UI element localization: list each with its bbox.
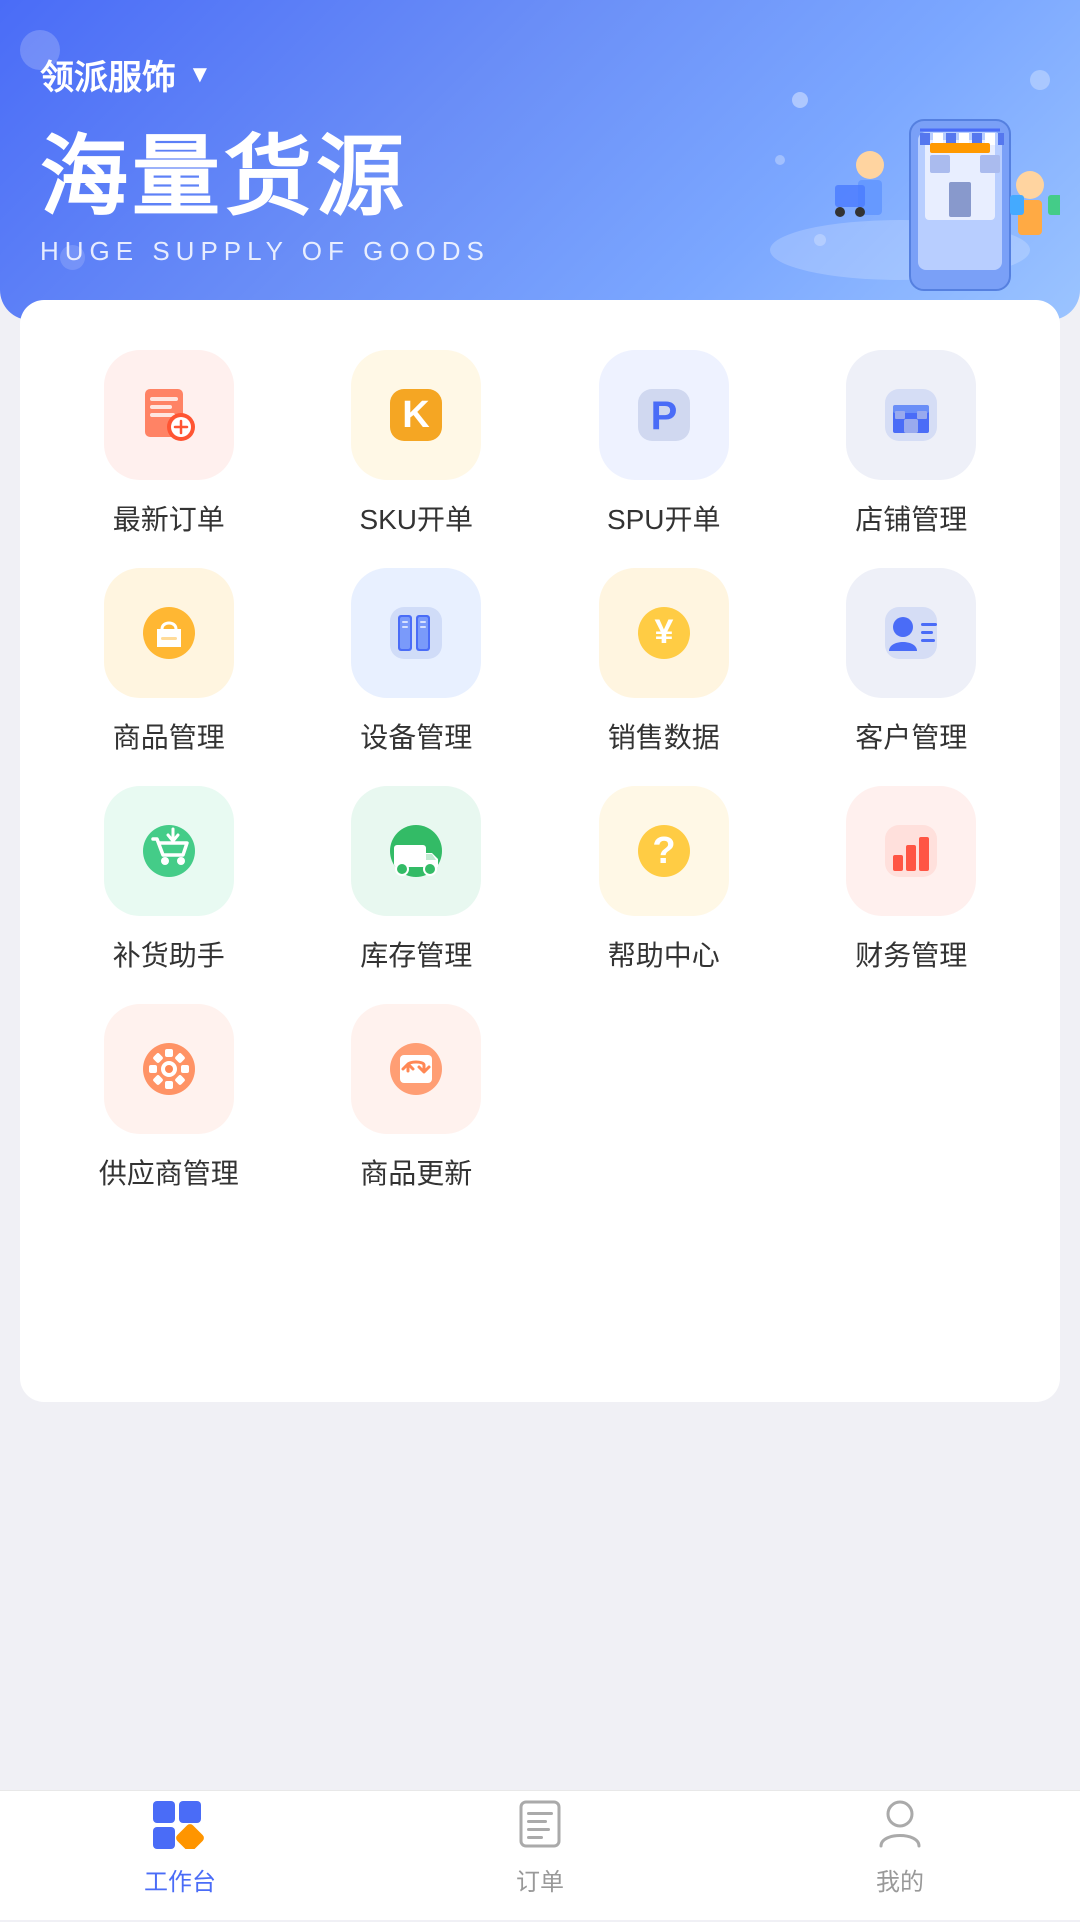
latest-order-icon-wrapper xyxy=(104,350,234,480)
product-update-icon-wrapper xyxy=(351,1004,481,1134)
customer-manage-label: 客户管理 xyxy=(855,716,967,756)
svg-text:P: P xyxy=(650,394,677,438)
header-banner: 领派服饰 ▼ 海量货源 HUGE SUPPLY OF GOODS xyxy=(0,0,1080,320)
device-manage-label: 设备管理 xyxy=(360,716,472,756)
grid-item-restock[interactable]: 补货助手 xyxy=(50,786,288,974)
order-icon xyxy=(510,1794,570,1854)
workbench-nav-label: 工作台 xyxy=(144,1862,216,1897)
banner-illustration xyxy=(740,20,1060,300)
grid-item-spu-open[interactable]: P SPU开单 xyxy=(545,350,783,538)
nav-item-order[interactable]: 订单 xyxy=(360,1794,720,1897)
grid-item-store-manage[interactable]: 店铺管理 xyxy=(793,350,1031,538)
sku-open-icon-wrapper: K xyxy=(351,350,481,480)
help-icon-wrapper: ? xyxy=(599,786,729,916)
finance-label: 财务管理 xyxy=(855,934,967,974)
product-update-label: 商品更新 xyxy=(360,1152,472,1192)
grid-item-supplier[interactable]: 供 供应商管理 xyxy=(50,1004,288,1192)
device-manage-icon-wrapper xyxy=(351,568,481,698)
grid-item-product-update[interactable]: 商品更新 xyxy=(298,1004,536,1192)
svg-text:K: K xyxy=(403,394,431,436)
bubble-decoration-1 xyxy=(20,30,60,70)
product-manage-label: 商品管理 xyxy=(113,716,225,756)
grid-item-help[interactable]: ? 帮助中心 xyxy=(545,786,783,974)
store-manage-icon-wrapper xyxy=(846,350,976,480)
order-nav-label: 订单 xyxy=(516,1862,564,1897)
menu-grid: 最新订单 K SKU开单 P SPU开单 xyxy=(40,340,1040,1202)
mine-icon xyxy=(870,1794,930,1854)
sales-data-label: 销售数据 xyxy=(608,716,720,756)
grid-item-product-manage[interactable]: 商品管理 xyxy=(50,568,288,756)
grid-item-latest-order[interactable]: 最新订单 xyxy=(50,350,288,538)
restock-label: 补货助手 xyxy=(113,934,225,974)
bubble-decoration-2 xyxy=(60,245,85,270)
store-name[interactable]: 领派服饰 xyxy=(40,50,176,99)
customer-manage-icon-wrapper xyxy=(846,568,976,698)
bottom-nav: 工作台 订单 我的 xyxy=(0,1790,1080,1920)
spu-open-icon-wrapper: P xyxy=(599,350,729,480)
grid-item-sales-data[interactable]: ¥ 销售数据 xyxy=(545,568,783,756)
sales-data-icon-wrapper: ¥ xyxy=(599,568,729,698)
main-content: 最新订单 K SKU开单 P SPU开单 xyxy=(20,300,1060,1402)
supplier-label: 供应商管理 xyxy=(99,1152,239,1192)
finance-icon-wrapper xyxy=(846,786,976,916)
svg-text:?: ? xyxy=(652,830,675,872)
help-label: 帮助中心 xyxy=(608,934,720,974)
grid-item-device-manage[interactable]: 设备管理 xyxy=(298,568,536,756)
workbench-icon xyxy=(150,1794,210,1854)
sku-open-label: SKU开单 xyxy=(359,498,473,538)
mine-nav-label: 我的 xyxy=(876,1862,924,1897)
product-manage-icon-wrapper xyxy=(104,568,234,698)
restock-icon-wrapper xyxy=(104,786,234,916)
latest-order-label: 最新订单 xyxy=(113,498,225,538)
grid-item-customer-manage[interactable]: 客户管理 xyxy=(793,568,1031,756)
store-manage-label: 店铺管理 xyxy=(855,498,967,538)
svg-text:¥: ¥ xyxy=(654,613,673,651)
content-spacer xyxy=(40,1202,1040,1362)
nav-item-workbench[interactable]: 工作台 xyxy=(0,1794,360,1897)
inventory-label: 库存管理 xyxy=(360,934,472,974)
spu-open-label: SPU开单 xyxy=(607,498,721,538)
grid-item-sku-open[interactable]: K SKU开单 xyxy=(298,350,536,538)
supplier-icon-wrapper: 供 xyxy=(104,1004,234,1134)
grid-item-inventory[interactable]: 库存管理 xyxy=(298,786,536,974)
inventory-icon-wrapper xyxy=(351,786,481,916)
grid-item-finance[interactable]: 财务管理 xyxy=(793,786,1031,974)
dropdown-icon[interactable]: ▼ xyxy=(188,61,212,89)
nav-item-mine[interactable]: 我的 xyxy=(720,1794,1080,1897)
